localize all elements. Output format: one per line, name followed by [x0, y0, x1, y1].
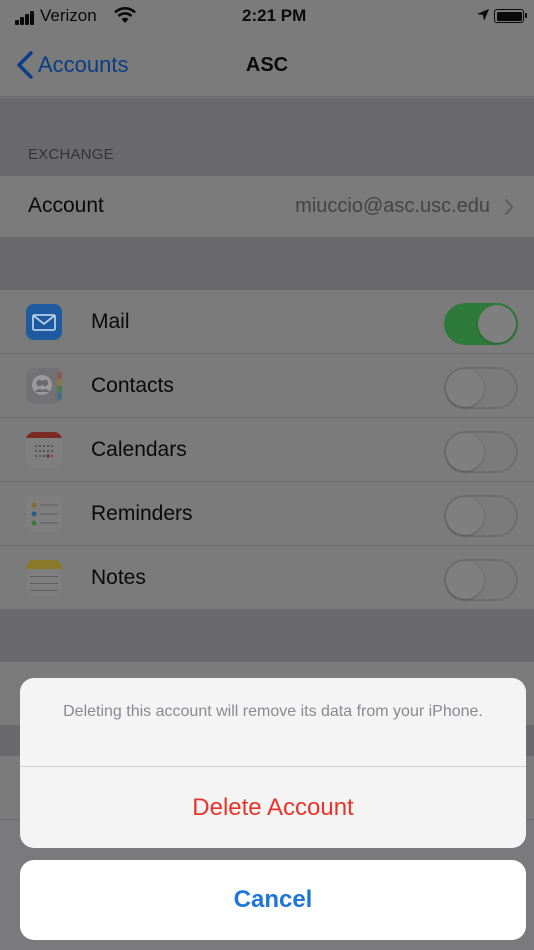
notes-toggle[interactable] — [444, 559, 518, 601]
account-email: miuccio@asc.usc.edu — [295, 195, 490, 217]
clock: 2:21 PM — [242, 6, 307, 25]
screen: Verizon 2:21 PM Accounts ASC EXCHANGE Ac… — [0, 0, 534, 950]
reminders-toggle[interactable] — [444, 495, 518, 537]
section-header-exchange: EXCHANGE — [0, 98, 534, 176]
service-row-notes: Notes — [0, 546, 534, 610]
action-sheet: Deleting this account will remove its da… — [20, 678, 526, 848]
page-title: ASC — [245, 54, 289, 76]
location-icon — [477, 9, 489, 21]
cancel-button[interactable]: Cancel — [20, 860, 526, 940]
section-header-label: EXCHANGE — [28, 146, 114, 163]
account-label: Account — [28, 194, 104, 217]
calendars-toggle[interactable] — [444, 431, 518, 473]
delete-account-button[interactable]: Delete Account — [20, 767, 526, 848]
account-row[interactable]: Account miuccio@asc.usc.edu — [0, 176, 534, 238]
group-spacer — [0, 238, 534, 290]
battery-icon — [494, 9, 527, 23]
service-label: Reminders — [91, 502, 193, 525]
service-row-reminders: Reminders — [0, 482, 534, 546]
group-spacer — [0, 610, 534, 662]
service-row-contacts: Contacts — [0, 354, 534, 418]
reminders-icon — [26, 496, 62, 532]
notes-icon — [26, 560, 62, 596]
mail-toggle[interactable] — [444, 303, 518, 345]
action-sheet-message: Deleting this account will remove its da… — [63, 703, 483, 720]
navigation-bar: Accounts ASC — [0, 34, 534, 97]
calendars-icon — [26, 432, 62, 468]
service-label: Calendars — [91, 438, 187, 461]
mail-icon — [26, 304, 62, 340]
chevron-right-icon — [505, 199, 514, 215]
contacts-toggle[interactable] — [444, 367, 518, 409]
signal-icon — [15, 11, 37, 25]
status-bar: Verizon 2:21 PM — [0, 0, 534, 34]
contacts-icon — [26, 368, 62, 404]
carrier-label: Verizon — [40, 6, 97, 25]
service-row-mail: Mail — [0, 290, 534, 354]
service-label: Notes — [91, 566, 146, 589]
service-label: Contacts — [91, 374, 174, 397]
service-row-calendars: Calendars — [0, 418, 534, 482]
service-label: Mail — [91, 310, 130, 333]
wifi-icon — [114, 7, 136, 23]
